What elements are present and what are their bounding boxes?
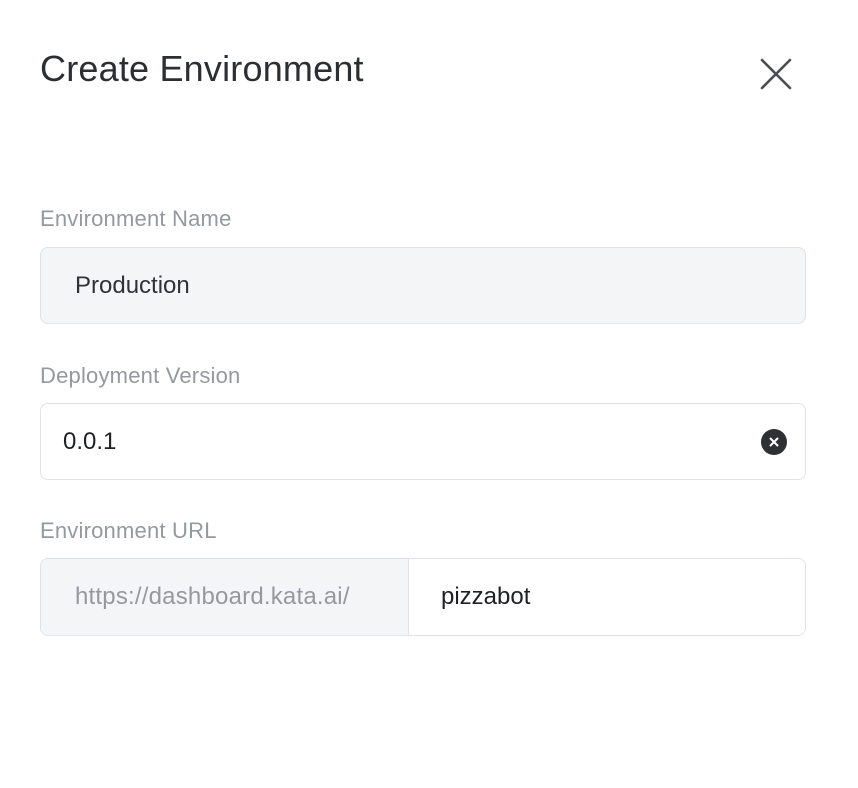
create-environment-modal: Create Environment Environment Name Prod… bbox=[0, 0, 858, 788]
environment-url-slug-input[interactable]: pizzabot bbox=[409, 559, 805, 635]
environment-name-label: Environment Name bbox=[40, 206, 232, 231]
close-icon bbox=[760, 58, 792, 90]
deployment-version-field[interactable]: 0.0.1 bbox=[40, 403, 806, 480]
environment-name-value: Production bbox=[75, 271, 190, 299]
close-button[interactable] bbox=[752, 50, 800, 98]
modal-title: Create Environment bbox=[40, 48, 364, 89]
environment-url-label: Environment URL bbox=[40, 518, 217, 543]
environment-url-field: https://dashboard.kata.ai/ pizzabot bbox=[40, 558, 806, 636]
clear-version-button[interactable] bbox=[761, 429, 787, 455]
clear-circle-icon bbox=[769, 437, 779, 447]
deployment-version-value[interactable]: 0.0.1 bbox=[41, 428, 116, 456]
deployment-version-label: Deployment Version bbox=[40, 363, 241, 388]
environment-name-field: Production bbox=[40, 247, 806, 324]
environment-url-prefix: https://dashboard.kata.ai/ bbox=[41, 559, 409, 635]
